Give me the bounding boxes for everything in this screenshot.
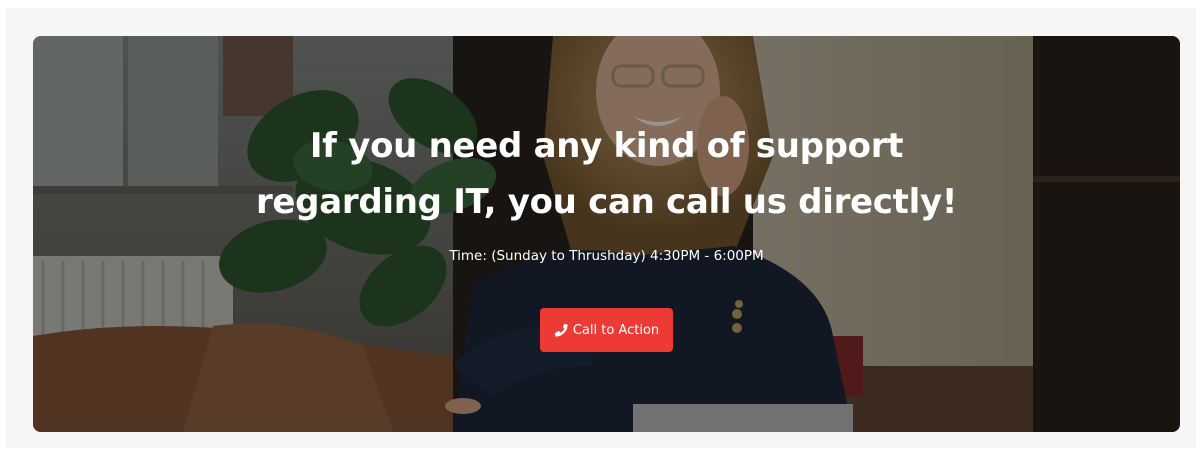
call-to-action-label: Call to Action	[572, 322, 660, 338]
support-hours: Time: (Sunday to Thrushday) 4:30PM - 6:0…	[449, 248, 764, 264]
phone-icon	[554, 323, 568, 337]
support-cta-banner: If you need any kind of support regardin…	[33, 36, 1180, 432]
banner-content: If you need any kind of support regardin…	[33, 36, 1180, 432]
call-to-action-button[interactable]: Call to Action	[540, 308, 673, 352]
headline-line-2: regarding IT, you can call us directly!	[255, 182, 958, 222]
headline-line-1: If you need any kind of support	[309, 126, 904, 166]
banner-headline: If you need any kind of support regardin…	[33, 118, 1180, 230]
